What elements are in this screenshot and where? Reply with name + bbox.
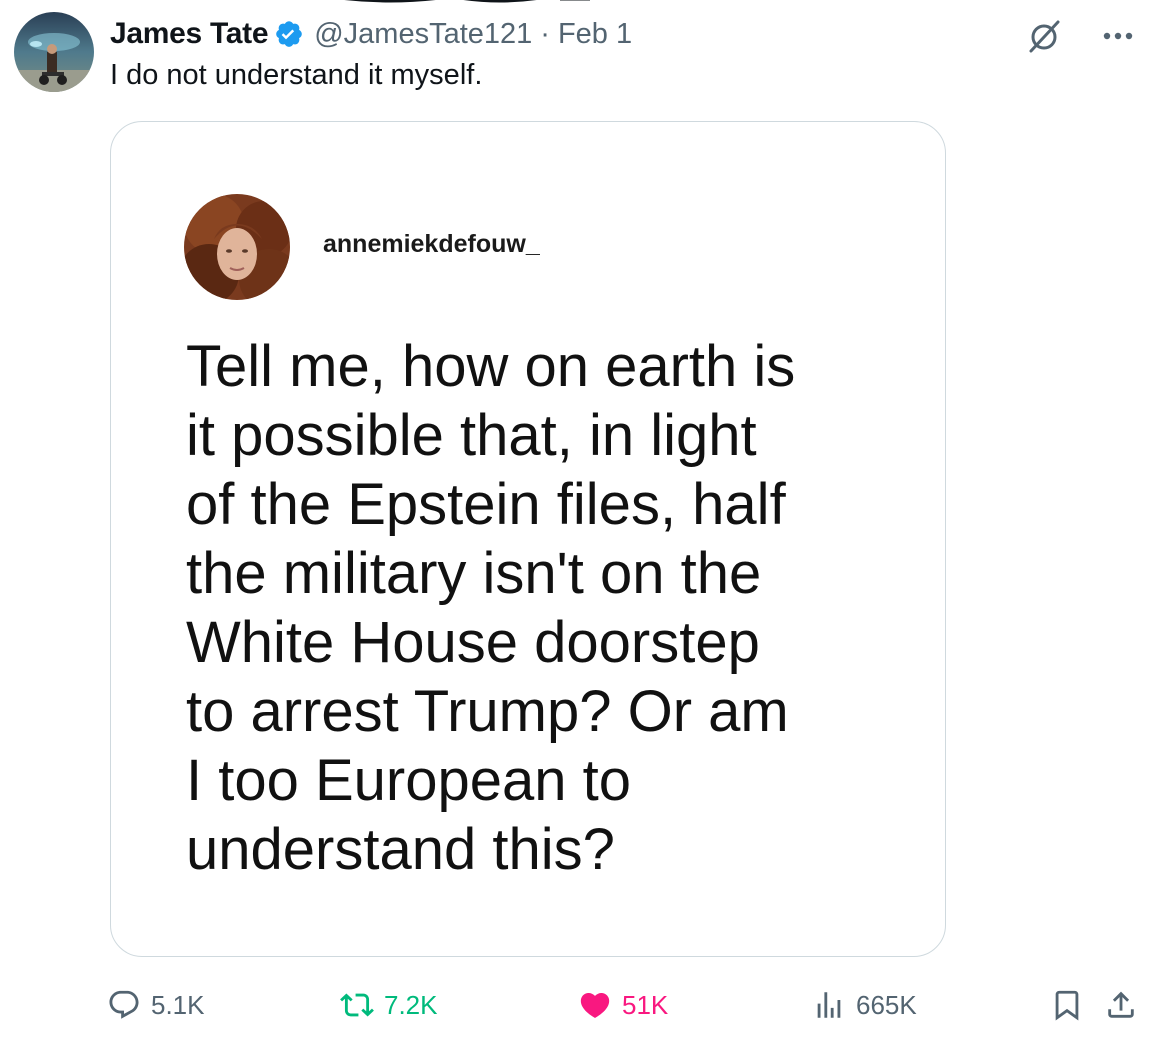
views-button[interactable]: 665K xyxy=(812,980,917,1030)
verified-badge-icon[interactable] xyxy=(274,19,304,49)
media-image[interactable]: annemiekdefouw_ Tell me, how on earth is… xyxy=(110,121,946,957)
tweet-text: I do not understand it myself. xyxy=(110,59,483,91)
repost-button[interactable]: 7.2K xyxy=(340,980,438,1030)
grok-icon[interactable] xyxy=(1025,16,1065,56)
share-button[interactable] xyxy=(1104,980,1138,1030)
views-count: 665K xyxy=(856,989,917,1020)
heart-icon xyxy=(580,992,610,1018)
tweet-actions: 5.1K 7.2K 51K 665K xyxy=(0,980,1166,1030)
quote-line: Tell me, how on earth is xyxy=(186,334,796,399)
cropped-previous-content xyxy=(344,0,590,3)
more-horizontal-icon[interactable] xyxy=(1085,18,1145,54)
reply-button[interactable]: 5.1K xyxy=(107,980,205,1030)
quoted-post-text: Tell me, how on earth is it possible tha… xyxy=(186,332,916,884)
like-button[interactable]: 51K xyxy=(578,980,668,1030)
share-icon xyxy=(1108,991,1134,1018)
quote-line: of the Epstein files, half xyxy=(186,472,786,537)
quoted-user-avatar xyxy=(184,194,290,300)
quote-line: White House doorstep xyxy=(186,610,760,675)
quote-line: to arrest Trump? Or am xyxy=(186,679,789,744)
author-handle[interactable]: @JamesTate121 xyxy=(314,18,532,51)
quote-line: understand this? xyxy=(186,817,615,882)
author-avatar[interactable] xyxy=(14,12,94,92)
tweet-header: James Tate @JamesTate121 · Feb 1 xyxy=(110,14,632,54)
quote-line: the military isn't on the xyxy=(186,541,762,606)
author-display-name[interactable]: James Tate xyxy=(110,17,269,51)
repost-icon xyxy=(340,993,374,1017)
separator-dot: · xyxy=(540,17,550,50)
like-count: 51K xyxy=(622,989,669,1020)
reply-icon xyxy=(109,990,139,1019)
reply-count: 5.1K xyxy=(151,989,205,1020)
tweet-date[interactable]: Feb 1 xyxy=(558,18,632,51)
quote-line: it possible that, in light xyxy=(186,403,757,468)
bookmark-button[interactable] xyxy=(1050,980,1084,1030)
quote-line: I too European to xyxy=(186,748,631,813)
bookmark-icon xyxy=(1055,990,1079,1021)
quoted-username: annemiekdefouw_ xyxy=(323,230,540,258)
repost-count: 7.2K xyxy=(384,989,438,1020)
views-chart-icon xyxy=(817,992,841,1018)
